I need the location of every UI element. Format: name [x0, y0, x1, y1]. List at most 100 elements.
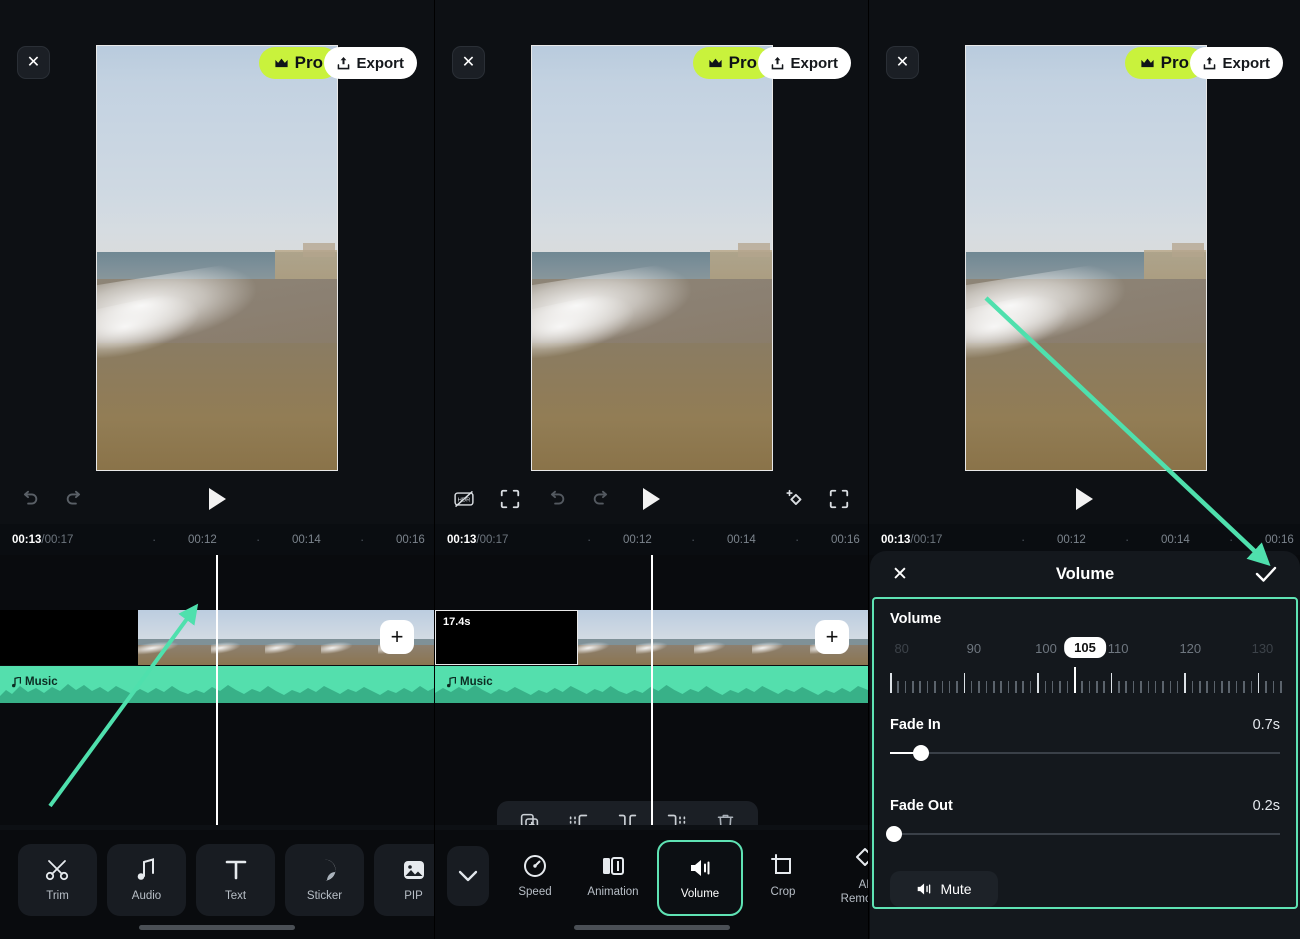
export-button[interactable]: Export	[324, 47, 417, 79]
undo-icon[interactable]	[545, 488, 567, 510]
add-clip-button[interactable]: +	[815, 620, 849, 654]
fade-out-row: Fade Out 0.2s	[890, 798, 1280, 814]
close-editor-button[interactable]: ✕	[452, 46, 485, 79]
pro-label: Pro	[729, 53, 757, 73]
hdr-off-icon[interactable]: HDR	[453, 488, 475, 510]
toolbar-item-animation[interactable]: Animation	[579, 840, 647, 912]
toolbar-label: Crop	[771, 886, 796, 899]
delete-clip-button[interactable]	[715, 812, 736, 826]
ruler-tick-1: 00:14	[727, 534, 756, 546]
clip-thumbnail[interactable]	[636, 610, 694, 665]
timeline-2[interactable]: 17.4s +	[435, 555, 868, 825]
clip-thumbnail[interactable]	[138, 610, 211, 665]
play-button[interactable]	[209, 488, 226, 510]
speaker-wave-icon	[916, 881, 933, 897]
total-time: /00:17	[476, 534, 508, 546]
export-button[interactable]: Export	[758, 47, 851, 79]
close-editor-button[interactable]: ✕	[886, 46, 919, 79]
editor-screen-1: ✕ Pro Export	[0, 0, 434, 939]
transport-bar-1	[0, 474, 434, 524]
transport-bar-2: HDR	[435, 474, 868, 524]
music-note-icon	[447, 677, 456, 688]
undo-icon[interactable]	[18, 488, 40, 510]
audio-clip-label: Music	[12, 676, 58, 688]
export-button[interactable]: Export	[1190, 47, 1283, 79]
video-preview[interactable]	[96, 45, 338, 471]
animation-panels-icon	[600, 853, 626, 879]
ruler-tick-1: 00:14	[1161, 534, 1190, 546]
mute-button[interactable]: Mute	[890, 871, 998, 907]
fullscreen-icon[interactable]	[828, 488, 850, 510]
track-blank	[0, 610, 138, 665]
volume-scale-90: 90	[967, 641, 981, 656]
clip-thumbnail[interactable]	[321, 610, 377, 665]
volume-scale-100: 100	[1035, 641, 1057, 656]
toolbar-item-pip[interactable]: PIP	[374, 844, 434, 916]
video-preview[interactable]	[531, 45, 773, 471]
volume-confirm-button[interactable]	[1254, 564, 1278, 584]
add-clip-button[interactable]: +	[380, 620, 414, 654]
volume-controls: Volume 80 90 100 105 110 120 130 Fade In…	[872, 597, 1298, 909]
total-time: /00:17	[910, 534, 942, 546]
volume-scale-80: 80	[894, 641, 908, 656]
toolbar-item-speed[interactable]: Speed	[501, 840, 569, 912]
toolbar-item-text[interactable]: Text	[196, 844, 275, 916]
mute-label: Mute	[940, 881, 971, 897]
volume-ruler[interactable]: 80 90 100 105 110 120 130	[890, 641, 1280, 713]
current-time: 00:13	[881, 534, 910, 546]
video-preview[interactable]	[965, 45, 1207, 471]
trim-start-button[interactable]	[568, 812, 589, 826]
toolbar-item-sticker[interactable]: Sticker	[285, 844, 364, 916]
volume-scale-120: 120	[1179, 641, 1201, 656]
home-indicator	[574, 925, 730, 930]
playhead-2[interactable]	[651, 555, 653, 825]
playhead-1[interactable]	[216, 555, 218, 825]
play-button[interactable]	[1076, 488, 1093, 510]
fade-out-knob[interactable]	[886, 826, 902, 842]
timeline-1[interactable]: + Music	[0, 555, 434, 825]
toolbar-item-audio[interactable]: Audio	[107, 844, 186, 916]
clip-thumbnail[interactable]	[265, 610, 321, 665]
fade-out-value: 0.2s	[1253, 798, 1280, 814]
text-t-icon	[223, 857, 249, 883]
clip-thumbnail[interactable]	[578, 610, 636, 665]
toolbar-item-crop[interactable]: Crop	[749, 840, 817, 912]
play-button[interactable]	[643, 488, 660, 510]
transport-bar-3	[869, 474, 1300, 524]
collapse-toolbar-button[interactable]	[447, 846, 489, 906]
export-label: Export	[790, 55, 838, 72]
chevron-down-icon	[458, 870, 478, 882]
fullscreen-icon[interactable]	[499, 488, 521, 510]
crown-icon	[274, 58, 289, 69]
ai-eraser-icon: AI	[851, 846, 868, 872]
toolbar-item-trim[interactable]: Trim	[18, 844, 97, 916]
clip-thumbnail[interactable]	[752, 610, 810, 665]
ruler-tick-2: 00:16	[1265, 534, 1294, 546]
volume-scale-130: 130	[1252, 641, 1274, 656]
toolbar-label: Speed	[518, 886, 551, 899]
redo-icon[interactable]	[64, 488, 86, 510]
toolbar-label: Animation	[587, 886, 638, 899]
toolbar-item-ai-remover[interactable]: New AI AI Remover	[827, 840, 868, 912]
close-editor-button[interactable]: ✕	[17, 46, 50, 79]
volume-close-button[interactable]: ✕	[892, 565, 908, 584]
picture-in-picture-icon	[401, 857, 427, 883]
fade-out-slider[interactable]	[890, 823, 1280, 845]
export-label: Export	[1222, 55, 1270, 72]
keyframe-icon[interactable]	[784, 488, 806, 510]
scissors-icon	[45, 857, 71, 883]
fade-in-slider[interactable]	[890, 742, 1280, 764]
ruler-tick-0: 00:12	[188, 534, 217, 546]
clip-thumbnail[interactable]	[211, 610, 265, 665]
clip-thumbnail[interactable]	[694, 610, 752, 665]
toolbar-label: PIP	[404, 890, 423, 903]
trim-end-button[interactable]	[666, 812, 687, 826]
fade-in-knob[interactable]	[913, 745, 929, 761]
duplicate-clip-button[interactable]	[519, 812, 540, 826]
toolbar-item-volume[interactable]: Volume	[657, 840, 743, 916]
volume-panel: ✕ Volume Volume 80 90 100 105 110 120 13…	[870, 551, 1300, 939]
volume-panel-title: Volume	[870, 565, 1300, 584]
redo-icon[interactable]	[591, 488, 613, 510]
split-clip-button[interactable]	[617, 812, 638, 826]
selected-clip[interactable]: 17.4s	[435, 610, 578, 665]
